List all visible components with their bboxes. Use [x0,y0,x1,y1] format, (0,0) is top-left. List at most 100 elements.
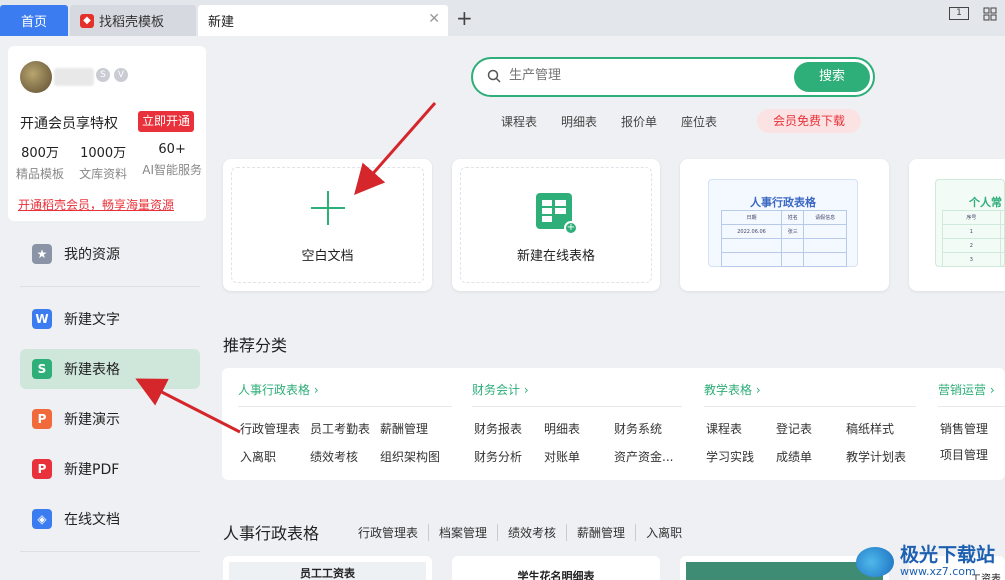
template-preview-card[interactable]: 学生花名明细表 [452,556,660,580]
cell [999,210,1005,225]
category-hr[interactable]: 人事行政表格 › [238,381,319,398]
hr-tab[interactable]: 入离职 [636,524,692,541]
cell: 序号 [942,210,1001,225]
stat-label: 文库资料 [79,167,128,181]
sidebar-item-new-writer[interactable]: W 新建文字 [20,299,200,339]
cell: 请假信息 [803,210,847,225]
cell: 张三 [781,224,805,239]
template-preview: 个人常 序号 1 2 3 [935,179,1005,267]
category-item[interactable]: 绩效考核 [310,448,358,465]
grid-apps-icon[interactable] [983,7,997,24]
hr-tab[interactable]: 档案管理 [429,524,499,541]
sidebar-item-new-spreadsheet[interactable]: S 新建表格 [20,349,200,389]
hr-tab[interactable]: 薪酬管理 [567,524,637,541]
tab-home[interactable]: 首页 [0,5,68,36]
main-content: 搜索 课程表 明细表 报价单 座位表 会员免费下载 空白文档 + 新建在线表格 … [214,36,1005,580]
search-button[interactable]: 搜索 [794,62,870,92]
category-item[interactable]: 课程表 [706,420,742,437]
category-item[interactable]: 成绩单 [776,448,812,465]
preview-title: 学生花名明细表 [517,570,595,580]
avatar[interactable] [20,61,52,93]
sidebar-item-my-resources[interactable]: ★ 我的资源 [20,234,200,274]
watermark-url: www.xz7.com [899,565,976,578]
preview-title: 员工工资表 [229,562,426,580]
cell [999,224,1005,239]
category-item[interactable]: 对账单 [544,448,580,465]
quick-links: 课程表 明细表 报价单 座位表 [501,113,717,130]
category-marketing[interactable]: 营销运营 › [938,381,995,398]
hr-tab[interactable]: 绩效考核 [498,524,568,541]
category-teaching[interactable]: 教学表格 › [704,381,761,398]
divider [938,406,1005,407]
category-finance[interactable]: 财务会计 › [472,381,529,398]
cell: 1 [942,224,1001,239]
cloud-doc-icon: ◈ [32,509,52,529]
quick-link[interactable]: 课程表 [501,113,537,130]
quick-link[interactable]: 报价单 [621,113,657,130]
stat-value: 60+ [158,142,186,157]
sidebar-item-online-doc[interactable]: ◈ 在线文档 [20,499,200,539]
category-item[interactable]: 员工考勤表 [310,420,370,437]
spreadsheet-icon: S [32,359,52,379]
cell [999,252,1005,267]
vip-promo-text: 开通会员享特权 [20,116,118,132]
layout-toggle-icon[interactable]: 1 [949,7,969,20]
open-vip-button[interactable]: 立即开通 [138,111,194,132]
cell [781,238,805,253]
category-item[interactable]: 入离职 [240,448,276,465]
sidebar-item-new-pdf[interactable]: P 新建PDF [20,449,200,489]
cell: 3 [942,252,1001,267]
category-item[interactable]: 登记表 [776,420,812,437]
cell: 2022.06.06 [720,224,783,239]
category-item[interactable]: 财务报表 [474,420,522,437]
vip-free-download-button[interactable]: 会员免费下载 [757,109,861,133]
template-preview-card[interactable]: 员工工资表 [223,556,432,580]
star-icon: ★ [32,244,52,264]
category-item[interactable]: 学习实践 [706,448,754,465]
category-item[interactable]: 销售管理 [940,420,988,437]
blank-document-card[interactable]: 空白文档 [223,159,432,291]
docer-vip-link[interactable]: 开通稻壳会员，畅享海量资源 [18,196,174,213]
category-item[interactable]: 项目管理 [940,446,988,463]
sidebar-item-new-presentation[interactable]: P 新建演示 [20,399,200,439]
sidebar-item-label: 我的资源 [64,247,120,263]
category-item[interactable]: 明细表 [544,420,580,437]
category-item[interactable]: 资产资金... [614,448,673,465]
card-border [231,167,424,283]
tab-new[interactable]: 新建 ✕ [198,5,448,36]
search-icon [487,69,501,83]
category-item[interactable]: 财务系统 [614,420,662,437]
divider [704,406,916,407]
window-controls: 1 [949,7,997,24]
cell [720,238,783,253]
cell [720,252,783,267]
card-label: 空白文档 [301,249,354,264]
category-item[interactable]: 稿纸样式 [846,420,894,437]
category-item[interactable]: 教学计划表 [846,448,906,465]
tab-find-template[interactable]: ◆ 找稻壳模板 [70,5,196,36]
online-sheet-icon: + [536,193,578,235]
template-title: 个人常 [969,196,1002,209]
template-card-hr[interactable]: 人事行政表格 日期 姓名 请假信息 2022.06.06 张三 [680,159,889,291]
new-online-sheet-card[interactable]: + 新建在线表格 [452,159,660,291]
sidebar-item-label: 新建表格 [64,362,120,378]
category-item[interactable]: 行政管理表 [240,420,300,437]
category-item[interactable]: 薪酬管理 [380,420,428,437]
search-input[interactable] [509,68,769,83]
badge-s-icon: S [96,68,110,82]
stat-value: 1000万 [80,146,127,161]
new-tab-plus-icon[interactable]: + [456,6,473,30]
template-card-personal[interactable]: 个人常 序号 1 2 3 [909,159,1005,291]
close-icon[interactable]: ✕ [428,11,440,27]
category-item[interactable]: 财务分析 [474,448,522,465]
divider [472,406,682,407]
hr-tab[interactable]: 行政管理表 [348,524,430,541]
sidebar-item-label: 在线文档 [64,512,120,528]
category-item[interactable]: 组织架构图 [380,448,440,465]
tab-bar: 首页 ◆ 找稻壳模板 新建 ✕ + 1 [0,0,1005,36]
quick-link[interactable]: 座位表 [681,113,717,130]
site-watermark: 极光下载站 www.xz7.com [855,545,995,578]
quick-link[interactable]: 明细表 [561,113,597,130]
tab-new-label: 新建 [208,15,235,30]
cell: 日期 [720,210,783,225]
